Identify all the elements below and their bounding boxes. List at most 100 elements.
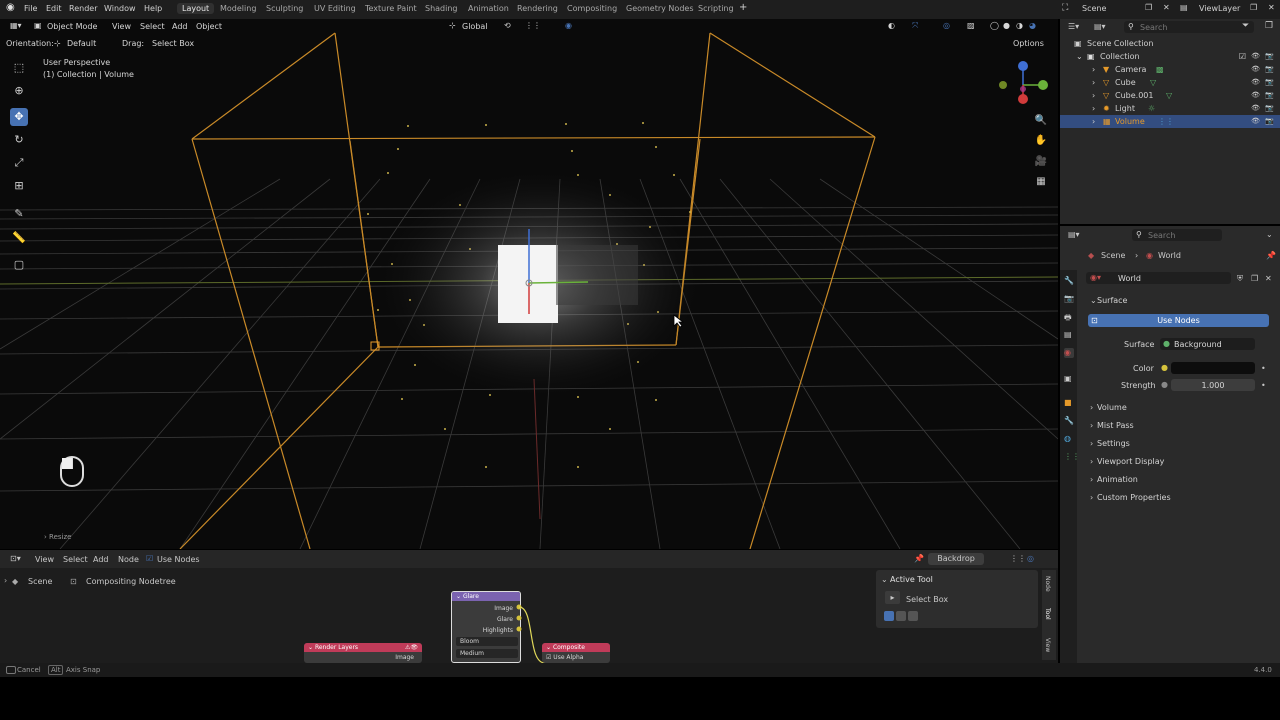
properties-editor-icon[interactable]: ▤▾ [1068, 230, 1080, 239]
glare-quality-dropdown[interactable]: Medium [456, 649, 518, 658]
render-icon[interactable]: 📷 [1265, 104, 1274, 112]
tab-compositing[interactable]: Compositing [562, 3, 622, 14]
outliner-row-scene-collection[interactable]: ▣ Scene Collection [1060, 37, 1280, 50]
custom-properties-panel-header[interactable]: Custom Properties [1097, 493, 1171, 502]
cursor-tool-icon[interactable]: ⊕ [10, 82, 28, 100]
data-tab-icon[interactable]: ⋮⋮ [1064, 452, 1080, 462]
pivot-icon[interactable]: ⟲ [504, 21, 511, 30]
panel-chevron-icon[interactable]: › [1090, 421, 1093, 430]
snap-icon[interactable]: ⋮⋮ [1010, 554, 1026, 563]
unlink-icon[interactable]: ✕ [1265, 274, 1272, 283]
gizmo-toggle-icon[interactable]: ⤧ [912, 21, 918, 31]
eye-icon[interactable]: 👁 [1251, 65, 1260, 73]
delete-scene-icon[interactable]: ✕ [1163, 3, 1170, 12]
panel-chevron-icon[interactable]: › [1090, 475, 1093, 484]
eye-icon[interactable]: 👁 [1251, 52, 1260, 60]
menu-object[interactable]: Object [196, 22, 222, 31]
outliner-search[interactable]: ⚲ Search [1124, 21, 1254, 33]
render-icon[interactable]: 📷 [1265, 78, 1274, 86]
outliner-row-light[interactable]: › ✹ Light ☼ 👁 📷 [1060, 102, 1280, 115]
strength-field[interactable]: 1.000 [1171, 379, 1255, 391]
sidebar-tab-node[interactable]: Node [1044, 576, 1051, 592]
scale-tool-icon[interactable]: ⤢ [10, 154, 28, 172]
node-menu-add[interactable]: Add [93, 555, 109, 564]
mode-subtract-icon[interactable] [908, 611, 918, 621]
physics-tab-icon[interactable]: ◍ [1064, 434, 1074, 444]
eye-icon[interactable]: 👁 [1251, 104, 1260, 112]
world-datablock[interactable]: ◉▾ World [1086, 272, 1231, 284]
node-editor-type-icon[interactable]: ⊡▾ [10, 554, 21, 563]
tab-modeling[interactable]: Modeling [215, 3, 261, 14]
drag-selector[interactable]: Select Box [152, 39, 194, 48]
options-button[interactable]: Options [1013, 39, 1044, 48]
viewport-display-panel-header[interactable]: Viewport Display [1097, 457, 1164, 466]
backdrop-toggle[interactable]: Backdrop [928, 553, 984, 565]
render-layers-header[interactable]: ⌄ Render Layers ⚠👁 [304, 643, 422, 652]
menu-file[interactable]: File [24, 4, 37, 13]
node-menu-view[interactable]: View [35, 555, 54, 564]
tab-rendering[interactable]: Rendering [512, 3, 563, 14]
mist-pass-panel-header[interactable]: Mist Pass [1097, 421, 1134, 430]
fake-user-icon[interactable]: ⛨ [1237, 274, 1243, 284]
pin-icon[interactable]: 📌 [914, 554, 924, 563]
annotate-tool-icon[interactable]: ✎ [10, 205, 28, 223]
tab-animation[interactable]: Animation [463, 3, 514, 14]
node-menu-select[interactable]: Select [63, 555, 88, 564]
wireframe-shading-icon[interactable]: ◯ [990, 21, 999, 30]
panel-chevron-icon[interactable]: › [1090, 439, 1093, 448]
outliner-row-cube-001[interactable]: › ▽ Cube.001 ▽ 👁 📷 [1060, 89, 1280, 102]
render-icon[interactable]: 📷 [1265, 52, 1274, 60]
orientation-selector[interactable]: Default [67, 39, 96, 48]
menu-select[interactable]: Select [140, 22, 165, 31]
filter-icon[interactable]: ⏷ [1242, 21, 1249, 31]
menu-edit[interactable]: Edit [46, 4, 62, 13]
node-menu-node[interactable]: Node [118, 555, 139, 564]
editor-type-icon[interactable]: ▦▾ [10, 21, 22, 30]
tool-tab-icon[interactable]: 🔧 [1064, 276, 1074, 286]
zoom-icon[interactable]: 🔍 [1034, 115, 1048, 129]
proportional-edit-icon[interactable]: ◉ [565, 21, 572, 30]
render-icon[interactable]: 📷 [1265, 117, 1274, 125]
panel-chevron-icon[interactable]: ⌄ [881, 575, 888, 584]
add-cube-tool-icon[interactable]: ▢ [10, 256, 28, 274]
settings-panel-header[interactable]: Settings [1097, 439, 1130, 448]
surface-shader-selector[interactable]: ● Background [1160, 338, 1255, 350]
use-nodes-checkbox-icon[interactable]: ☑ [146, 554, 153, 563]
view-layer-tab-icon[interactable]: ▤ [1064, 330, 1074, 340]
3d-viewport[interactable]: ▦▾ ▣ Object Mode View Select Add Object … [0, 19, 1058, 549]
composite-node[interactable]: ⌄ Composite ☑ Use Alpha [542, 643, 610, 663]
viewlayer-selector[interactable]: ViewLayer [1199, 4, 1240, 13]
expand-icon[interactable]: › [1092, 117, 1095, 126]
tab-uv-editing[interactable]: UV Editing [309, 3, 361, 14]
tab-shading[interactable]: Shading [420, 3, 463, 14]
overlays-icon[interactable]: ◎ [943, 21, 950, 30]
eye-icon[interactable]: 👁 [1251, 117, 1260, 125]
pan-hand-icon[interactable]: ✋ [1034, 135, 1048, 149]
outliner-row-camera[interactable]: › ▼ Camera ▩ 👁 📷 [1060, 63, 1280, 76]
panel-chevron-icon[interactable]: › [1090, 493, 1093, 502]
use-nodes-toggle[interactable]: Use Nodes [157, 555, 200, 564]
mode-set-icon[interactable] [884, 611, 894, 621]
tab-layout[interactable]: Layout [177, 3, 215, 14]
mode-selector[interactable]: Object Mode [47, 22, 97, 31]
color-swatch[interactable] [1171, 362, 1255, 374]
node-editor-canvas[interactable]: › ◆ Scene ⊡ Compositing Nodetree ⌄ Glare… [0, 568, 1058, 663]
add-workspace-icon[interactable]: + [739, 2, 747, 13]
menu-window[interactable]: Window [104, 4, 136, 13]
world-tab-icon[interactable]: ◉ [1064, 348, 1074, 358]
render-icon[interactable]: 📷 [1265, 91, 1274, 99]
keyframe-dot-icon[interactable]: • [1261, 364, 1266, 373]
new-scene-icon[interactable]: ❐ [1145, 3, 1152, 12]
animation-panel-header[interactable]: Animation [1097, 475, 1138, 484]
tab-texture-paint[interactable]: Texture Paint [360, 3, 422, 14]
use-nodes-button[interactable]: ⊡ Use Nodes [1088, 314, 1269, 327]
duplicate-icon[interactable]: ❐ [1251, 274, 1258, 283]
pin-icon[interactable]: 📌 [1266, 251, 1276, 260]
panel-chevron-icon[interactable]: › [1090, 403, 1093, 412]
display-mode-icon[interactable]: ▤▾ [1094, 22, 1106, 31]
outliner-editor-icon[interactable]: ☰▾ [1068, 22, 1079, 31]
surface-panel-chevron-icon[interactable]: ⌄ [1090, 296, 1097, 305]
menu-add[interactable]: Add [172, 22, 188, 31]
rotate-tool-icon[interactable]: ↻ [10, 131, 28, 149]
blender-logo-icon[interactable]: ◉ [6, 2, 15, 13]
